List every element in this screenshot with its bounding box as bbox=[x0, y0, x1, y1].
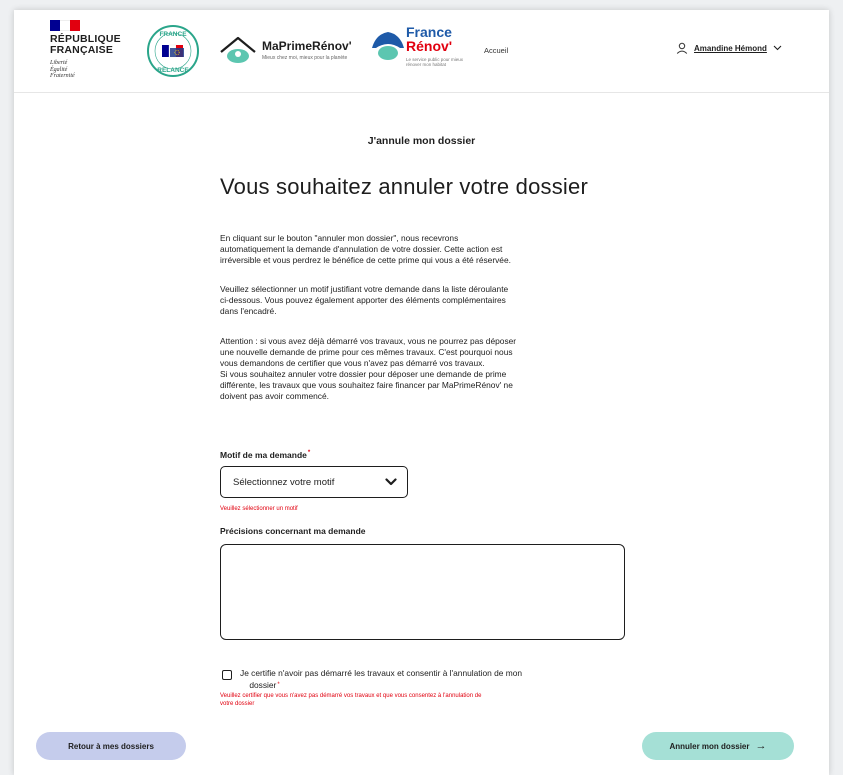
back-to-dossiers-button[interactable]: Retour à mes dossiers bbox=[36, 732, 186, 760]
user-icon bbox=[676, 42, 688, 54]
france-renov-logo[interactable]: France Rénov' Le service public pour mie… bbox=[370, 22, 480, 78]
page: RÉPUBLIQUE FRANÇAISE Liberté Égalité Fra… bbox=[14, 10, 829, 775]
svg-text:RELANCE: RELANCE bbox=[157, 67, 189, 74]
french-flag-icon bbox=[50, 20, 80, 31]
maprimerenov-name: MaPrimeRénov' bbox=[262, 39, 352, 53]
chevron-down-icon bbox=[385, 478, 397, 486]
svg-text:FRANCE: FRANCE bbox=[159, 31, 187, 38]
republique-francaise-title: RÉPUBLIQUE FRANÇAISE bbox=[50, 33, 121, 56]
warning-paragraph: Attention : si vous avez déjà démarré vo… bbox=[220, 336, 517, 402]
republique-motto: Liberté Égalité Fraternité bbox=[50, 60, 75, 79]
page-kicker: J'annule mon dossier bbox=[367, 135, 476, 147]
republique-francaise-logo[interactable]: RÉPUBLIQUE FRANÇAISE Liberté Égalité Fra… bbox=[50, 20, 121, 106]
certify-checkbox[interactable] bbox=[222, 670, 232, 680]
certify-error: Veuillez certifier que vous n'avez pas d… bbox=[220, 693, 482, 707]
france-renov-house-icon bbox=[372, 32, 404, 60]
precisions-label: Précisions concernant ma demande bbox=[220, 526, 366, 536]
page-title: Vous souhaitez annuler votre dossier bbox=[220, 174, 588, 199]
maprimerenov-house-icon bbox=[220, 36, 256, 63]
motif-select-value: Sélectionnez votre motif bbox=[233, 476, 335, 488]
required-mark: * bbox=[277, 681, 280, 688]
maprimerenov-tagline: Mieux chez moi, mieux pour la planète bbox=[262, 55, 348, 61]
cancel-dossier-button[interactable]: Annuler mon dossier → bbox=[642, 732, 794, 760]
chevron-down-icon bbox=[773, 45, 782, 51]
motif-select[interactable]: Sélectionnez votre motif bbox=[220, 466, 408, 498]
info-paragraph-2: Veuillez sélectionner un motif justifian… bbox=[220, 284, 509, 317]
info-paragraph-1: En cliquant sur le bouton "annuler mon d… bbox=[220, 233, 511, 266]
site-header: RÉPUBLIQUE FRANÇAISE Liberté Égalité Fra… bbox=[14, 10, 829, 93]
arrow-right-icon: → bbox=[755, 740, 767, 752]
france-renov-line2: Rénov' bbox=[406, 38, 453, 54]
user-name: Amandine Hémond bbox=[694, 43, 767, 53]
france-renov-tagline: Le service public pour mieux rénover mon… bbox=[406, 57, 464, 67]
user-menu[interactable]: Amandine Hémond bbox=[676, 42, 782, 54]
required-mark: * bbox=[307, 450, 311, 456]
certify-label[interactable]: Je certifie n'avoir pas démarré les trav… bbox=[240, 668, 640, 691]
precisions-textarea[interactable] bbox=[220, 544, 625, 640]
maprimerenov-logo[interactable]: MaPrimeRénov' Mieux chez moi, mieux pour… bbox=[218, 30, 368, 70]
motif-error: Veuillez sélectionner un motif bbox=[220, 506, 298, 512]
nav-accueil-link[interactable]: Accueil bbox=[484, 46, 508, 55]
france-relance-logo: FRANCE RELANCE bbox=[146, 24, 200, 78]
motif-label: Motif de ma demande* bbox=[220, 450, 311, 460]
